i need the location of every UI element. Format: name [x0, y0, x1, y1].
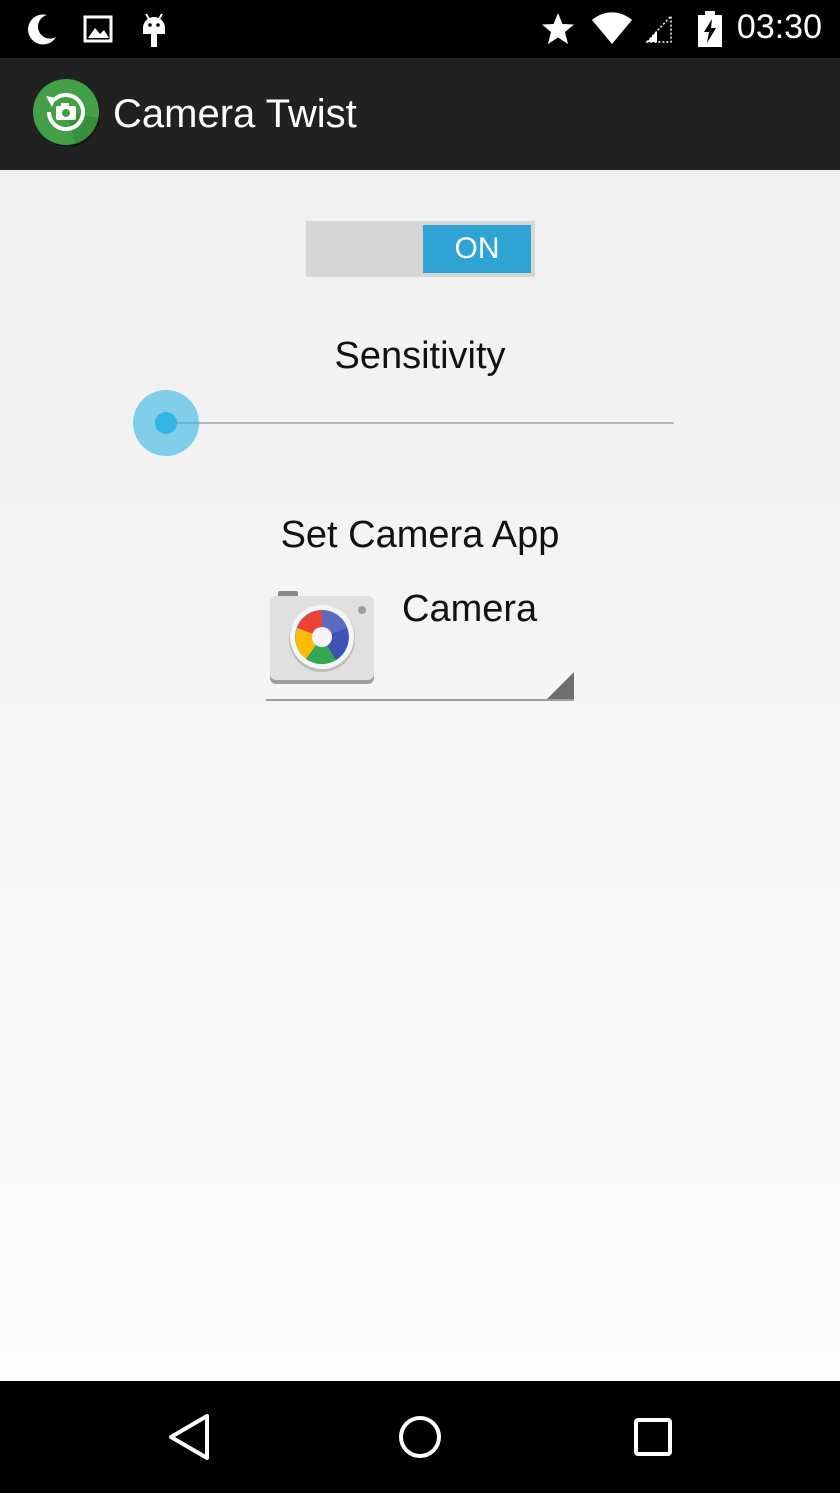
camera-rotate-icon [32, 78, 100, 147]
sensitivity-label: Sensitivity [334, 335, 506, 377]
wifi-icon [590, 10, 634, 48]
status-clock: 03:30 [736, 8, 822, 46]
recents-icon[interactable] [625, 1409, 681, 1465]
toggle-on-label: ON [423, 225, 531, 273]
sensitivity-slider-thumb[interactable] [155, 412, 177, 434]
enable-toggle[interactable]: ON [306, 221, 535, 277]
image-icon [82, 10, 114, 48]
camera-app-icon [268, 590, 376, 690]
moon-icon [24, 10, 60, 48]
home-icon[interactable] [392, 1409, 448, 1465]
battery-charging-icon [696, 10, 724, 48]
set-camera-app-label: Set Camera App [280, 514, 560, 556]
app-title: Camera Twist [113, 92, 357, 136]
main-content: ON Sensitivity Set Camera App Camera [0, 170, 840, 1381]
android-debug-icon [138, 10, 170, 48]
navigation-bar [0, 1381, 840, 1493]
camera-app-spinner[interactable]: Camera [266, 580, 574, 702]
spinner-underline [266, 699, 574, 701]
signal-icon [644, 10, 674, 48]
star-icon [540, 10, 576, 48]
action-bar: Camera Twist [0, 58, 840, 170]
sensitivity-slider-track[interactable] [166, 422, 674, 424]
spinner-dropdown-indicator [546, 672, 574, 700]
status-bar: 03:30 [0, 0, 840, 58]
back-icon[interactable] [160, 1409, 216, 1465]
selected-camera-app: Camera [402, 588, 538, 630]
